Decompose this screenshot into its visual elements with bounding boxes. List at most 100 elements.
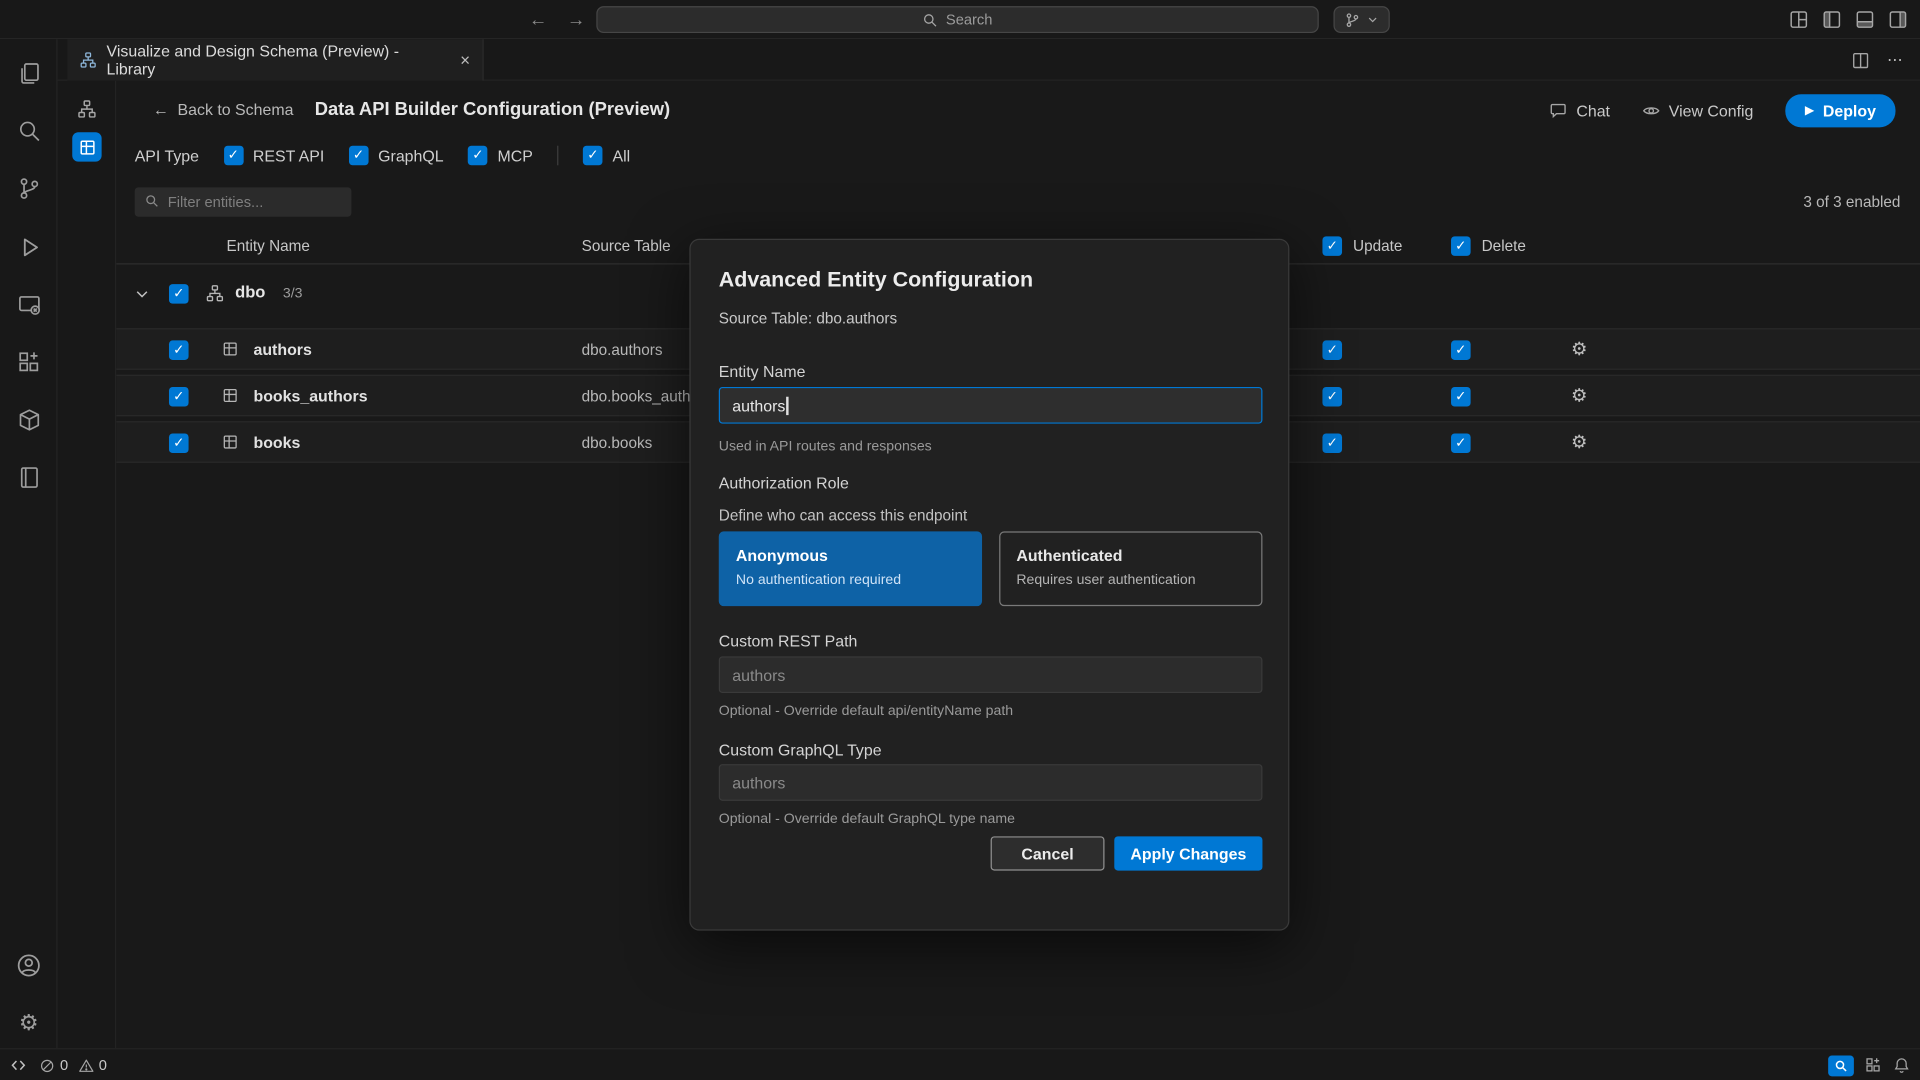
entity-filter: [135, 187, 352, 216]
toggle-primary-sidebar-icon[interactable]: [1822, 10, 1842, 30]
role-card-authenticated[interactable]: Authenticated Requires user authenticati…: [999, 531, 1262, 606]
delete-all-checkbox[interactable]: ✓: [1451, 236, 1471, 256]
row-settings-gear-icon[interactable]: ⚙: [1571, 431, 1587, 455]
vscode-window: ← → Search: [0, 0, 1920, 1080]
update-checkbox[interactable]: ✓: [1322, 340, 1342, 360]
search-icon[interactable]: [0, 107, 58, 156]
history-nav: ← →: [529, 0, 585, 39]
split-editor-icon[interactable]: [1851, 51, 1869, 69]
back-arrow-icon[interactable]: ←: [529, 9, 547, 30]
back-to-schema-link[interactable]: ← Back to Schema: [153, 100, 293, 118]
close-icon[interactable]: ×: [460, 50, 470, 70]
extensions-icon[interactable]: [0, 338, 58, 387]
tab-schema-designer[interactable]: Visualize and Design Schema (Preview) - …: [67, 39, 483, 81]
chevron-down-icon[interactable]: [133, 285, 150, 302]
schema-designer-icon: [80, 51, 97, 68]
update-checkbox[interactable]: ✓: [1322, 387, 1342, 407]
api-type-filter-row: API Type ✓ REST API ✓ GraphQL ✓ MCP ✓ Al…: [135, 142, 630, 169]
deploy-button[interactable]: ▶ Deploy: [1785, 94, 1895, 127]
designer-tool-strip: [58, 81, 117, 1048]
graphql-type-input[interactable]: [719, 764, 1263, 801]
update-all-checkbox[interactable]: ✓: [1322, 236, 1342, 256]
filter-entities-input[interactable]: [135, 187, 352, 216]
divider: [557, 146, 558, 166]
col-entity-name: Entity Name: [227, 238, 310, 255]
activity-bar: ⚙: [0, 39, 58, 1048]
table-icon: [222, 340, 239, 357]
screen: ← → Search: [0, 0, 1920, 1080]
schema-view-icon[interactable]: [72, 94, 101, 123]
toggle-panel-icon[interactable]: [1855, 10, 1875, 30]
filter-rest-api[interactable]: ✓ REST API: [223, 146, 324, 166]
account-icon[interactable]: [0, 940, 58, 989]
notebook-icon[interactable]: [0, 453, 58, 502]
api-config-view-icon[interactable]: [72, 132, 101, 161]
row-checkbox[interactable]: ✓: [169, 387, 189, 407]
customize-layout-icon[interactable]: [1789, 10, 1809, 30]
remote-indicator-icon[interactable]: [10, 1057, 27, 1074]
mcp-label: MCP: [498, 146, 533, 164]
row-settings-gear-icon[interactable]: ⚙: [1571, 338, 1587, 362]
toggle-secondary-sidebar-icon[interactable]: [1888, 10, 1908, 30]
authorization-role-label: Authorization Role: [719, 474, 849, 492]
zoom-icon[interactable]: [1828, 1055, 1854, 1076]
group-count: 3/3: [283, 287, 303, 302]
rest-path-label: Custom REST Path: [719, 632, 858, 650]
tab-title: Visualize and Design Schema (Preview) - …: [107, 42, 451, 79]
more-actions-icon[interactable]: ⋯: [1887, 50, 1903, 70]
rest-path-hint: Optional - Override default api/entityNa…: [719, 704, 1013, 719]
chat-bubble-icon: [1549, 102, 1567, 120]
role-card-anonymous[interactable]: Anonymous No authentication required: [719, 531, 982, 606]
col-delete: Delete: [1482, 238, 1526, 255]
database-cube-icon[interactable]: [0, 396, 58, 445]
entity-name-input[interactable]: authors: [719, 387, 1263, 424]
all-checkbox[interactable]: ✓: [583, 146, 603, 166]
delete-checkbox[interactable]: ✓: [1451, 340, 1471, 360]
remote-explorer-icon[interactable]: [0, 280, 58, 329]
branch-dropdown-button[interactable]: [1333, 6, 1389, 33]
error-icon: [39, 1057, 55, 1073]
editor-actions: ⋯: [1851, 39, 1902, 81]
rest-path-input[interactable]: [719, 656, 1263, 693]
search-icon: [144, 193, 159, 208]
delete-checkbox[interactable]: ✓: [1451, 433, 1471, 453]
explorer-icon[interactable]: [0, 49, 58, 98]
update-checkbox[interactable]: ✓: [1322, 433, 1342, 453]
command-search-box[interactable]: Search: [596, 6, 1318, 33]
graphql-checkbox[interactable]: ✓: [349, 146, 369, 166]
run-debug-icon[interactable]: [0, 223, 58, 272]
entity-name-value: authors: [732, 396, 785, 414]
source-control-icon[interactable]: [0, 164, 58, 213]
apply-changes-button[interactable]: Apply Changes: [1114, 836, 1262, 870]
row-checkbox[interactable]: ✓: [169, 340, 189, 360]
chat-label: Chat: [1576, 102, 1610, 120]
entity-name-label: Entity Name: [719, 362, 806, 380]
forward-arrow-icon[interactable]: →: [567, 9, 585, 30]
row-checkbox[interactable]: ✓: [169, 433, 189, 453]
view-config-button[interactable]: View Config: [1642, 102, 1754, 120]
warning-icon: [78, 1057, 94, 1073]
graphql-label: GraphQL: [378, 146, 443, 164]
header-actions: Chat View Config ▶ Deploy: [1549, 94, 1895, 127]
notifications-bell-icon[interactable]: [1893, 1057, 1910, 1074]
group-checkbox[interactable]: ✓: [169, 284, 189, 304]
filter-mcp[interactable]: ✓ MCP: [468, 146, 533, 166]
settings-gear-icon[interactable]: ⚙: [0, 998, 58, 1047]
cancel-button[interactable]: Cancel: [991, 836, 1105, 870]
extensions-status-icon[interactable]: [1865, 1057, 1882, 1074]
problems-indicator[interactable]: 0 0: [39, 1057, 107, 1074]
filter-graphql[interactable]: ✓ GraphQL: [349, 146, 444, 166]
chat-button[interactable]: Chat: [1549, 102, 1610, 120]
delete-checkbox[interactable]: ✓: [1451, 387, 1471, 407]
deploy-label: Deploy: [1823, 102, 1876, 120]
row-settings-gear-icon[interactable]: ⚙: [1571, 384, 1587, 408]
authorization-role-hint: Define who can access this endpoint: [719, 507, 967, 524]
graphql-type-hint: Optional - Override default GraphQL type…: [719, 812, 1015, 827]
entity-name: books_authors: [253, 387, 367, 405]
col-update: Update: [1353, 238, 1402, 255]
filter-all[interactable]: ✓ All: [583, 146, 630, 166]
mcp-checkbox[interactable]: ✓: [468, 146, 488, 166]
role-title: Anonymous: [736, 546, 965, 564]
advanced-entity-configuration-dialog: Advanced Entity Configuration Source Tab…: [689, 239, 1289, 931]
rest-api-checkbox[interactable]: ✓: [223, 146, 243, 166]
